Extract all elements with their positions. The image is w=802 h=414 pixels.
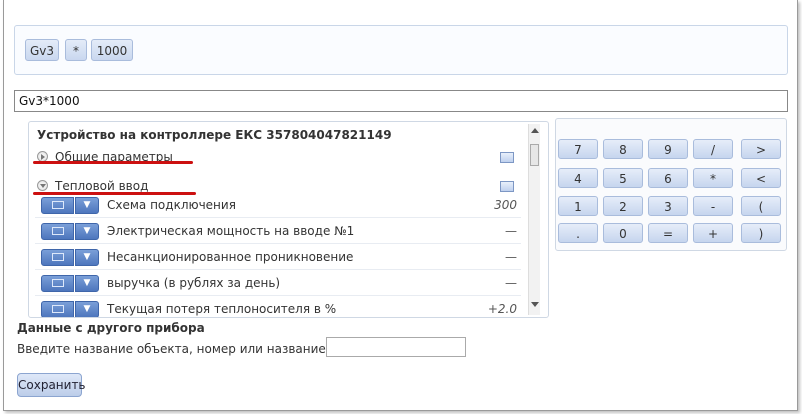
chevron-down-icon[interactable]: ▼ xyxy=(75,197,99,214)
group-general-parameters[interactable]: Общие параметры xyxy=(35,146,521,168)
param-row: ▼ Текущая потеря теплоносителя в % +2.0 xyxy=(35,298,521,317)
calc-key[interactable]: 9 xyxy=(648,139,688,159)
param-value: — xyxy=(505,276,517,290)
calc-key[interactable]: + xyxy=(693,223,733,243)
calc-key[interactable]: > xyxy=(741,139,781,159)
highlight-underline xyxy=(33,161,193,164)
param-value: +2.0 xyxy=(487,302,517,316)
calc-key[interactable]: 6 xyxy=(648,168,688,188)
formula-tokens-panel: Gv3 * 1000 xyxy=(14,25,788,75)
chart-icon[interactable] xyxy=(500,152,514,163)
param-chart-button[interactable] xyxy=(41,275,74,292)
device-parameters-tree: Устройство на контроллере ЕКС 3578040478… xyxy=(28,121,549,318)
chart-icon[interactable] xyxy=(500,181,514,192)
scroll-thumb[interactable] xyxy=(530,144,539,166)
token-chip[interactable]: * xyxy=(65,39,87,61)
calc-key[interactable]: 7 xyxy=(558,139,598,159)
tree-scrollbar[interactable] xyxy=(528,124,540,315)
save-button[interactable]: Сохранить xyxy=(17,373,86,397)
other-device-title: Данные с другого прибора xyxy=(17,321,205,335)
calculator-keypad: 7 8 9 / > 4 5 6 * < 1 2 3 - ( . 0 = + ) xyxy=(555,118,787,251)
token-chip[interactable]: Gv3 xyxy=(25,39,59,61)
param-chart-button[interactable] xyxy=(41,223,74,240)
scroll-down-icon[interactable] xyxy=(531,302,539,307)
calc-key[interactable]: ( xyxy=(741,196,781,216)
chevron-down-icon[interactable]: ▼ xyxy=(75,301,99,317)
param-label: Схема подключения xyxy=(107,198,236,212)
calc-key[interactable]: 2 xyxy=(603,196,643,216)
calc-key[interactable]: 1 xyxy=(558,196,598,216)
formula-input[interactable] xyxy=(14,90,788,112)
chevron-down-icon[interactable]: ▼ xyxy=(75,223,99,240)
scroll-up-icon[interactable] xyxy=(531,128,539,133)
calc-key[interactable]: = xyxy=(648,223,688,243)
param-value: — xyxy=(505,224,517,238)
calc-key[interactable]: . xyxy=(558,223,598,243)
chevron-down-icon[interactable]: ▼ xyxy=(75,249,99,266)
param-label: Несанкционированное проникновение xyxy=(107,250,354,264)
param-chart-button[interactable] xyxy=(41,197,74,214)
calc-key[interactable]: 8 xyxy=(603,139,643,159)
param-chart-button[interactable] xyxy=(41,301,74,317)
collapse-circle-icon[interactable] xyxy=(37,180,48,191)
device-title: Устройство на контроллере ЕКС 3578040478… xyxy=(37,128,392,142)
param-row: ▼ выручка (в рублях за день) — xyxy=(35,272,521,296)
group-label: Общие параметры xyxy=(55,150,173,164)
param-value: — xyxy=(505,250,517,264)
param-label: Текущая потеря теплоносителя в % xyxy=(107,302,337,316)
param-row: ▼ Схема подключения 300 xyxy=(35,194,521,218)
param-label: Электрическая мощность на вводе №1 xyxy=(107,224,355,238)
calc-key[interactable]: < xyxy=(741,168,781,188)
clipped-header xyxy=(44,0,284,3)
param-chart-button[interactable] xyxy=(41,249,74,266)
calc-key[interactable]: 5 xyxy=(603,168,643,188)
calc-key[interactable]: 0 xyxy=(603,223,643,243)
param-value: 300 xyxy=(494,198,517,212)
chevron-down-icon[interactable]: ▼ xyxy=(75,275,99,292)
calc-key[interactable]: - xyxy=(693,196,733,216)
other-device-search-input[interactable] xyxy=(326,337,466,357)
calc-key[interactable]: * xyxy=(693,168,733,188)
param-label: выручка (в рублях за день) xyxy=(107,276,281,290)
param-row: ▼ Несанкционированное проникновение — xyxy=(35,246,521,270)
token-chip[interactable]: 1000 xyxy=(91,39,133,61)
calc-key[interactable]: 4 xyxy=(558,168,598,188)
calc-key[interactable]: 3 xyxy=(648,196,688,216)
calc-key[interactable]: ) xyxy=(741,223,781,243)
param-row: ▼ Электрическая мощность на вводе №1 — xyxy=(35,220,521,244)
calc-key[interactable]: / xyxy=(693,139,733,159)
